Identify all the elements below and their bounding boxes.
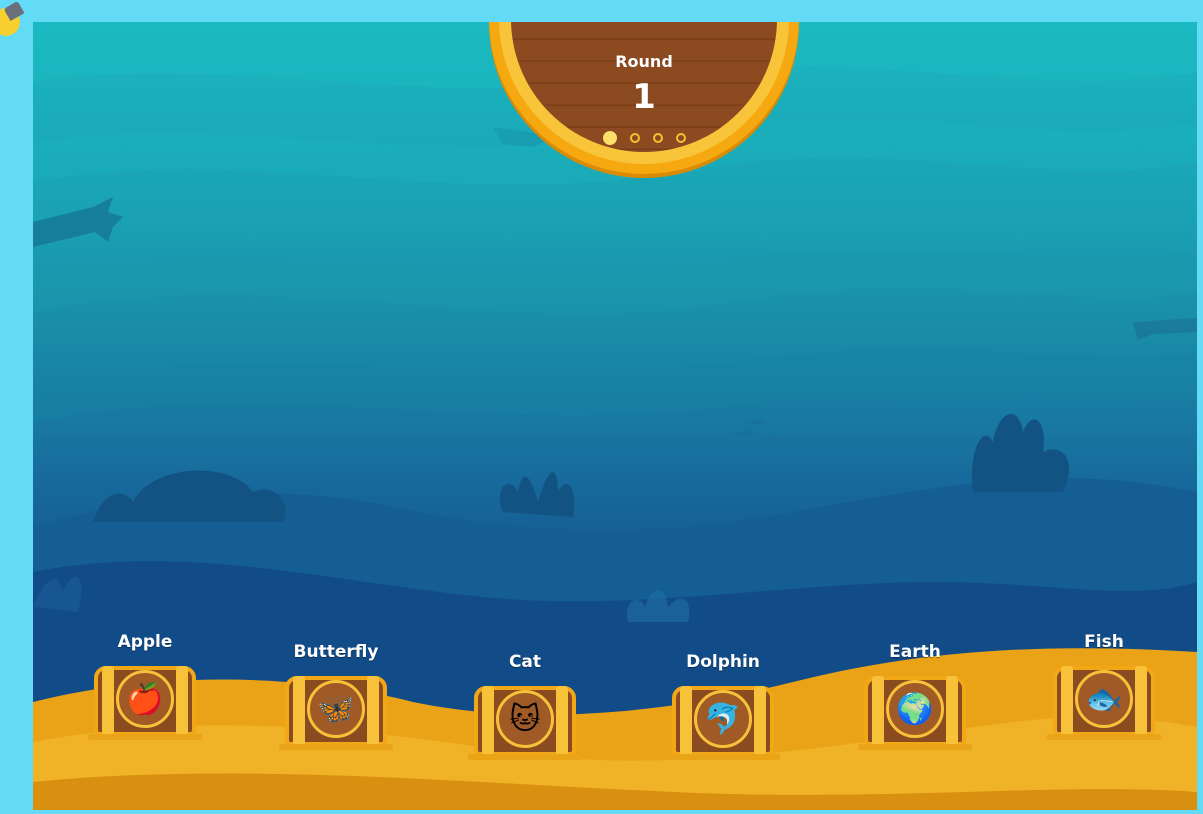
butterfly-icon: 🦋 xyxy=(307,680,365,738)
earth-icon: 🌍 xyxy=(886,680,944,738)
chest-label: Fish xyxy=(1084,632,1124,652)
chest-earth[interactable]: Earth 🌍 xyxy=(855,640,975,750)
avatar-icon[interactable] xyxy=(0,0,30,36)
round-indicator: Round 1 xyxy=(489,22,799,174)
chest-label: Dolphin xyxy=(686,652,760,672)
chest-cat[interactable]: Cat 🐱 xyxy=(465,650,585,760)
round-dot-3 xyxy=(652,133,663,143)
game-scene: Round 1 Apple 🍎 Butterfly 🦋 Cat 🐱 Dolphi… xyxy=(33,22,1197,810)
dolphin-icon: 🐬 xyxy=(694,690,752,748)
apple-icon: 🍎 xyxy=(116,670,174,728)
round-progress-dots xyxy=(489,131,799,145)
chest-butterfly[interactable]: Butterfly 🦋 xyxy=(276,640,396,750)
round-label: Round xyxy=(615,52,673,71)
chest-label: Apple xyxy=(117,632,173,652)
chest-label: Earth xyxy=(889,642,941,662)
round-number: 1 xyxy=(632,77,656,117)
chest-fish[interactable]: Fish 🐟 xyxy=(1044,630,1164,740)
chest-label: Cat xyxy=(508,652,542,672)
round-dot-2 xyxy=(629,133,640,143)
chest-dolphin[interactable]: Dolphin 🐬 xyxy=(663,650,783,760)
cat-icon: 🐱 xyxy=(496,690,554,748)
chest-apple[interactable]: Apple 🍎 xyxy=(85,630,205,740)
round-dot-4 xyxy=(675,133,686,143)
fish-icon: 🐟 xyxy=(1075,670,1133,728)
chest-label: Butterfly xyxy=(293,642,379,662)
round-dot-1 xyxy=(602,131,617,145)
